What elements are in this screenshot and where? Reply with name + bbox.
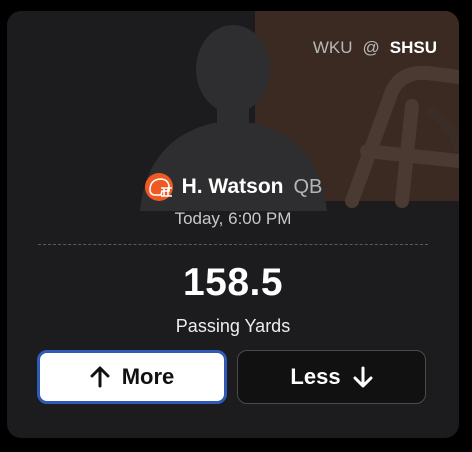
player-info: H. Watson QB bbox=[7, 172, 459, 202]
home-team: SHSU bbox=[389, 38, 437, 57]
dashed-divider bbox=[38, 244, 428, 245]
more-button[interactable]: More bbox=[37, 350, 227, 404]
more-label: More bbox=[121, 364, 175, 389]
matchup-separator: @ bbox=[362, 38, 380, 57]
player-name: H. Watson bbox=[181, 175, 284, 198]
game-time: Today, 6:00 PM bbox=[174, 209, 292, 228]
matchup-header: WKU @ SHSU bbox=[313, 38, 437, 58]
less-button[interactable]: Less bbox=[237, 350, 426, 404]
projection-card: WKU @ SHSU H. Watson QB Today, 6:00 PM 1… bbox=[7, 11, 459, 438]
arrow-down-icon bbox=[353, 366, 373, 388]
stat-type: Passing Yards bbox=[175, 316, 291, 336]
football-helmet-icon bbox=[144, 172, 174, 202]
arrow-up-icon bbox=[90, 366, 110, 388]
player-position: QB bbox=[293, 175, 323, 198]
projection-line: 158.5 bbox=[182, 261, 284, 304]
away-team: WKU bbox=[312, 38, 353, 57]
less-label: Less bbox=[290, 364, 341, 389]
